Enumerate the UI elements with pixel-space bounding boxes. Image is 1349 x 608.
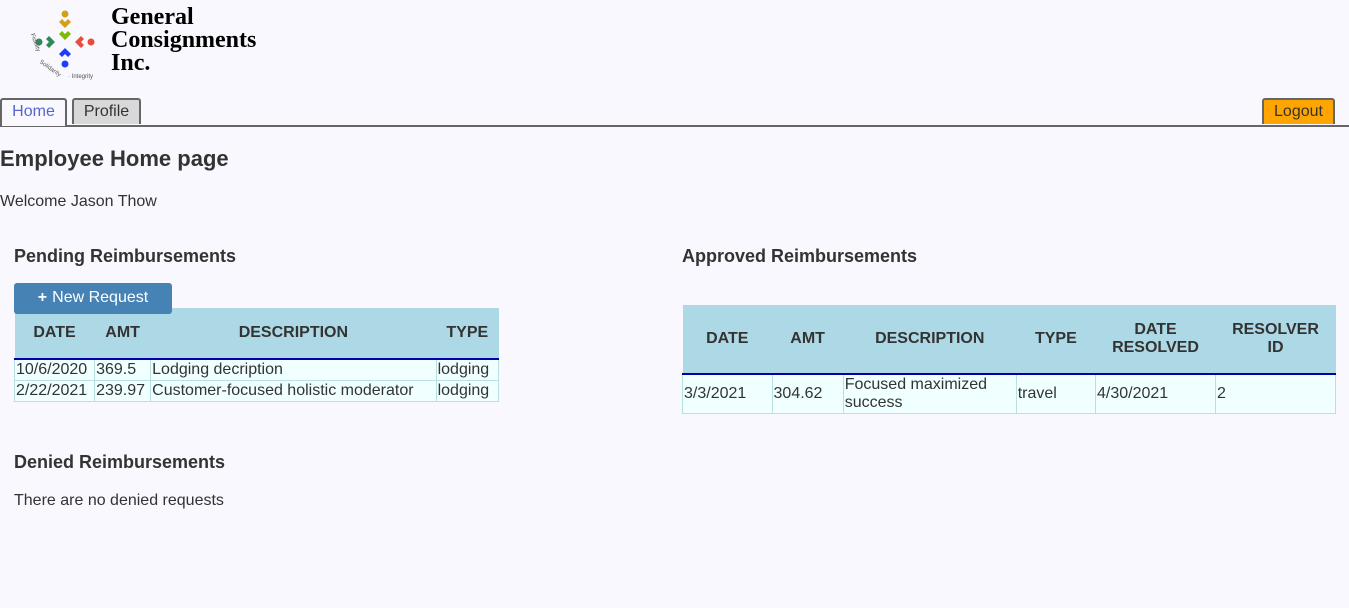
column-header: RESOLVER ID xyxy=(1215,305,1336,375)
company-name-line3: Inc. xyxy=(111,50,151,76)
table-cell: Customer-focused holistic moderator xyxy=(150,380,437,402)
company-logo-icon: Fidelity Solidarity · Integrity xyxy=(29,10,95,80)
tab-home[interactable]: Home xyxy=(0,98,67,126)
plus-icon: + xyxy=(37,289,48,306)
column-header: DESCRIPTION xyxy=(843,305,1017,375)
tab-bar: Home Profile Logout xyxy=(0,98,1349,127)
column-header: DATE RESOLVED xyxy=(1095,305,1216,375)
table-row: 2/22/2021 239.97 Customer-focused holist… xyxy=(13,380,500,402)
table-cell: 304.62 xyxy=(771,373,844,414)
pending-section-title: Pending Reimbursements xyxy=(14,246,237,266)
table-cell: 2 xyxy=(1215,373,1336,414)
column-header: DATE xyxy=(14,308,95,360)
company-name: General Consignments Inc. xyxy=(111,4,257,76)
table-cell: Lodging decription xyxy=(150,358,437,381)
table-cell: Focused maximized success xyxy=(842,373,1017,414)
company-name-line1: General xyxy=(111,4,194,30)
logout-button[interactable]: Logout xyxy=(1262,98,1335,124)
column-header: DATE xyxy=(682,305,773,375)
welcome-message: Welcome Jason Thow xyxy=(0,193,157,210)
table-header-row: DATE AMT DESCRIPTION TYPE DATE RESOLVED … xyxy=(682,305,1336,375)
table-row: 10/6/2020 369.5 Lodging decription lodgi… xyxy=(13,358,500,381)
page-title: Employee Home page xyxy=(0,146,229,171)
table-cell: 2/22/2021 xyxy=(13,380,96,402)
new-request-button[interactable]: + New Request xyxy=(14,283,172,314)
approved-section-title: Approved Reimbursements xyxy=(682,246,918,266)
table-cell: travel xyxy=(1015,373,1097,414)
table-cell: lodging xyxy=(435,358,500,381)
denied-section-title: Denied Reimbursements xyxy=(14,452,226,472)
table-row: 3/3/2021 304.62 Focused maximized succes… xyxy=(682,373,1336,414)
column-header: TYPE xyxy=(436,308,499,360)
table-cell: lodging xyxy=(435,380,500,402)
table-cell: 239.97 xyxy=(94,380,152,402)
svg-text:Solidarity: Solidarity xyxy=(38,59,62,78)
table-cell: 369.5 xyxy=(94,358,152,381)
denied-empty-message: There are no denied requests xyxy=(14,492,224,509)
column-header: AMT xyxy=(772,305,844,375)
table-cell: 3/3/2021 xyxy=(682,373,773,414)
column-header: AMT xyxy=(94,308,151,360)
approved-table: DATE AMT DESCRIPTION TYPE DATE RESOLVED … xyxy=(682,305,1336,414)
new-request-label: New Request xyxy=(52,289,149,306)
table-header-row: DATE AMT DESCRIPTION TYPE xyxy=(14,308,499,360)
pending-table: DATE AMT DESCRIPTION TYPE 10/6/2020 369.… xyxy=(13,308,500,402)
company-name-line2: Consignments xyxy=(111,27,257,53)
column-header: DESCRIPTION xyxy=(150,308,437,360)
svg-text:· Integrity: · Integrity xyxy=(68,74,93,80)
header: Fidelity Solidarity · Integrity General … xyxy=(0,0,1349,98)
table-cell: 4/30/2021 xyxy=(1095,373,1216,414)
tab-profile[interactable]: Profile xyxy=(72,98,141,124)
table-cell: 10/6/2020 xyxy=(13,358,96,381)
column-header: TYPE xyxy=(1016,305,1096,375)
